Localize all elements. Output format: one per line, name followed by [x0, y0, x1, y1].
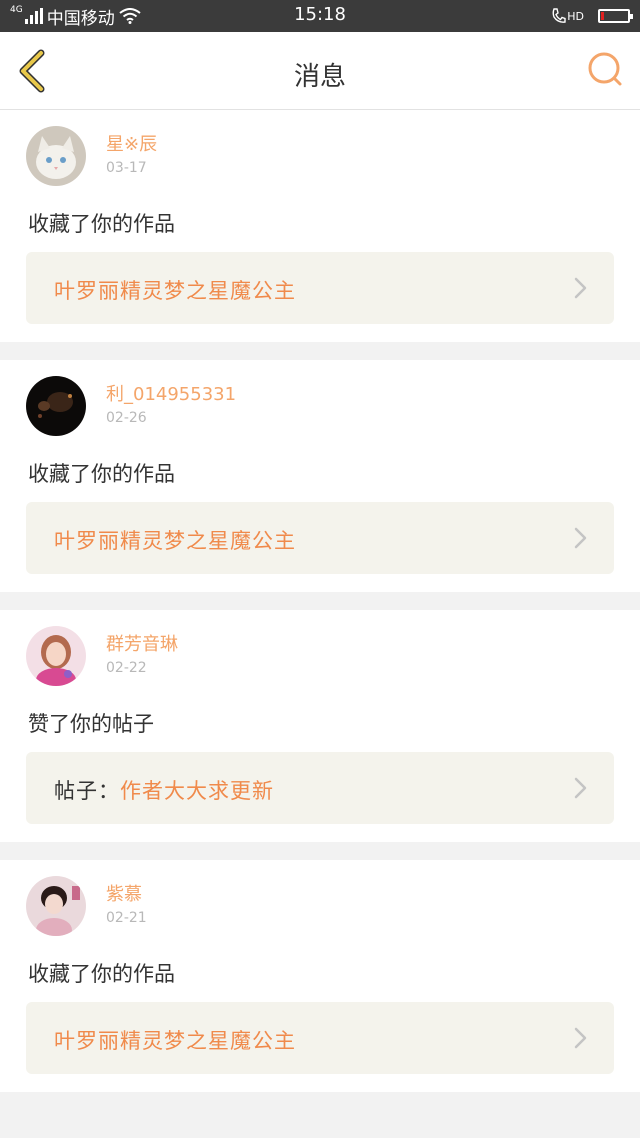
message-header: 群芳音琳 02-22 [26, 626, 178, 686]
avatar[interactable] [26, 626, 86, 686]
user-name[interactable]: 紫慕 [106, 883, 147, 907]
message-meta: 紫慕 02-21 [106, 883, 147, 929]
action-text: 收藏了你的作品 [28, 462, 175, 486]
message-meta: 群芳音琳 02-22 [106, 633, 178, 679]
hd-call-indicator: HD [552, 8, 584, 24]
target-name: 作者大大求更新 [120, 779, 274, 803]
target-title: 叶罗丽精灵梦之星魔公主 [54, 275, 296, 305]
phone-icon [552, 8, 566, 23]
nav-bar: 消息 [0, 32, 640, 110]
clock: 15:18 [294, 4, 346, 25]
message-meta: 利_014955331 02-26 [106, 383, 236, 429]
search-icon [588, 52, 622, 86]
avatar[interactable] [26, 376, 86, 436]
target-title: 帖子：作者大大求更新 [54, 775, 274, 805]
target-title: 叶罗丽精灵梦之星魔公主 [54, 525, 296, 555]
page-title: 消息 [293, 62, 346, 92]
target-name: 叶罗丽精灵梦之星魔公主 [54, 1029, 296, 1053]
chevron-right-icon [574, 527, 587, 549]
user-name[interactable]: 利_014955331 [106, 383, 236, 407]
battery-level-fill [601, 12, 604, 20]
message-list: 星※辰 03-17 收藏了你的作品 叶罗丽精灵梦之星魔公主 利_01495533… [0, 110, 640, 1110]
message-meta: 星※辰 03-17 [106, 133, 157, 179]
message-date: 03-17 [106, 160, 147, 176]
target-link[interactable]: 叶罗丽精灵梦之星魔公主 [26, 502, 614, 574]
chevron-right-icon [574, 277, 587, 299]
chevron-right-icon [574, 1027, 587, 1049]
message-header: 星※辰 03-17 [26, 126, 157, 186]
action-text: 收藏了你的作品 [28, 962, 175, 986]
message-header: 紫慕 02-21 [26, 876, 147, 936]
avatar[interactable] [26, 876, 86, 936]
action-text: 收藏了你的作品 [28, 212, 175, 236]
target-link[interactable]: 叶罗丽精灵梦之星魔公主 [26, 1002, 614, 1074]
target-title: 叶罗丽精灵梦之星魔公主 [54, 1025, 296, 1055]
message-date: 02-21 [106, 910, 147, 926]
message-card: 利_014955331 02-26 收藏了你的作品 叶罗丽精灵梦之星魔公主 [0, 360, 640, 592]
hd-label: HD [567, 9, 584, 23]
search-button[interactable] [586, 50, 626, 90]
message-date: 02-26 [106, 410, 147, 426]
avatar[interactable] [26, 126, 86, 186]
message-date: 02-22 [106, 660, 147, 676]
message-card: 紫慕 02-21 收藏了你的作品 叶罗丽精灵梦之星魔公主 [0, 860, 640, 1092]
battery-icon [598, 9, 633, 23]
user-name[interactable]: 群芳音琳 [106, 633, 178, 657]
action-text: 赞了你的帖子 [28, 712, 154, 736]
message-card: 群芳音琳 02-22 赞了你的帖子 帖子：作者大大求更新 [0, 610, 640, 842]
target-link[interactable]: 帖子：作者大大求更新 [26, 752, 614, 824]
message-card: 星※辰 03-17 收藏了你的作品 叶罗丽精灵梦之星魔公主 [0, 110, 640, 342]
status-bar: 4G 中国移动 15:18 HD [0, 0, 640, 32]
status-right: HD [552, 4, 633, 28]
chevron-right-icon [574, 777, 587, 799]
target-link[interactable]: 叶罗丽精灵梦之星魔公主 [26, 252, 614, 324]
target-prefix: 帖子： [54, 779, 120, 803]
target-name: 叶罗丽精灵梦之星魔公主 [54, 529, 296, 553]
message-header: 利_014955331 02-26 [26, 376, 236, 436]
target-name: 叶罗丽精灵梦之星魔公主 [54, 279, 296, 303]
user-name[interactable]: 星※辰 [106, 133, 157, 157]
